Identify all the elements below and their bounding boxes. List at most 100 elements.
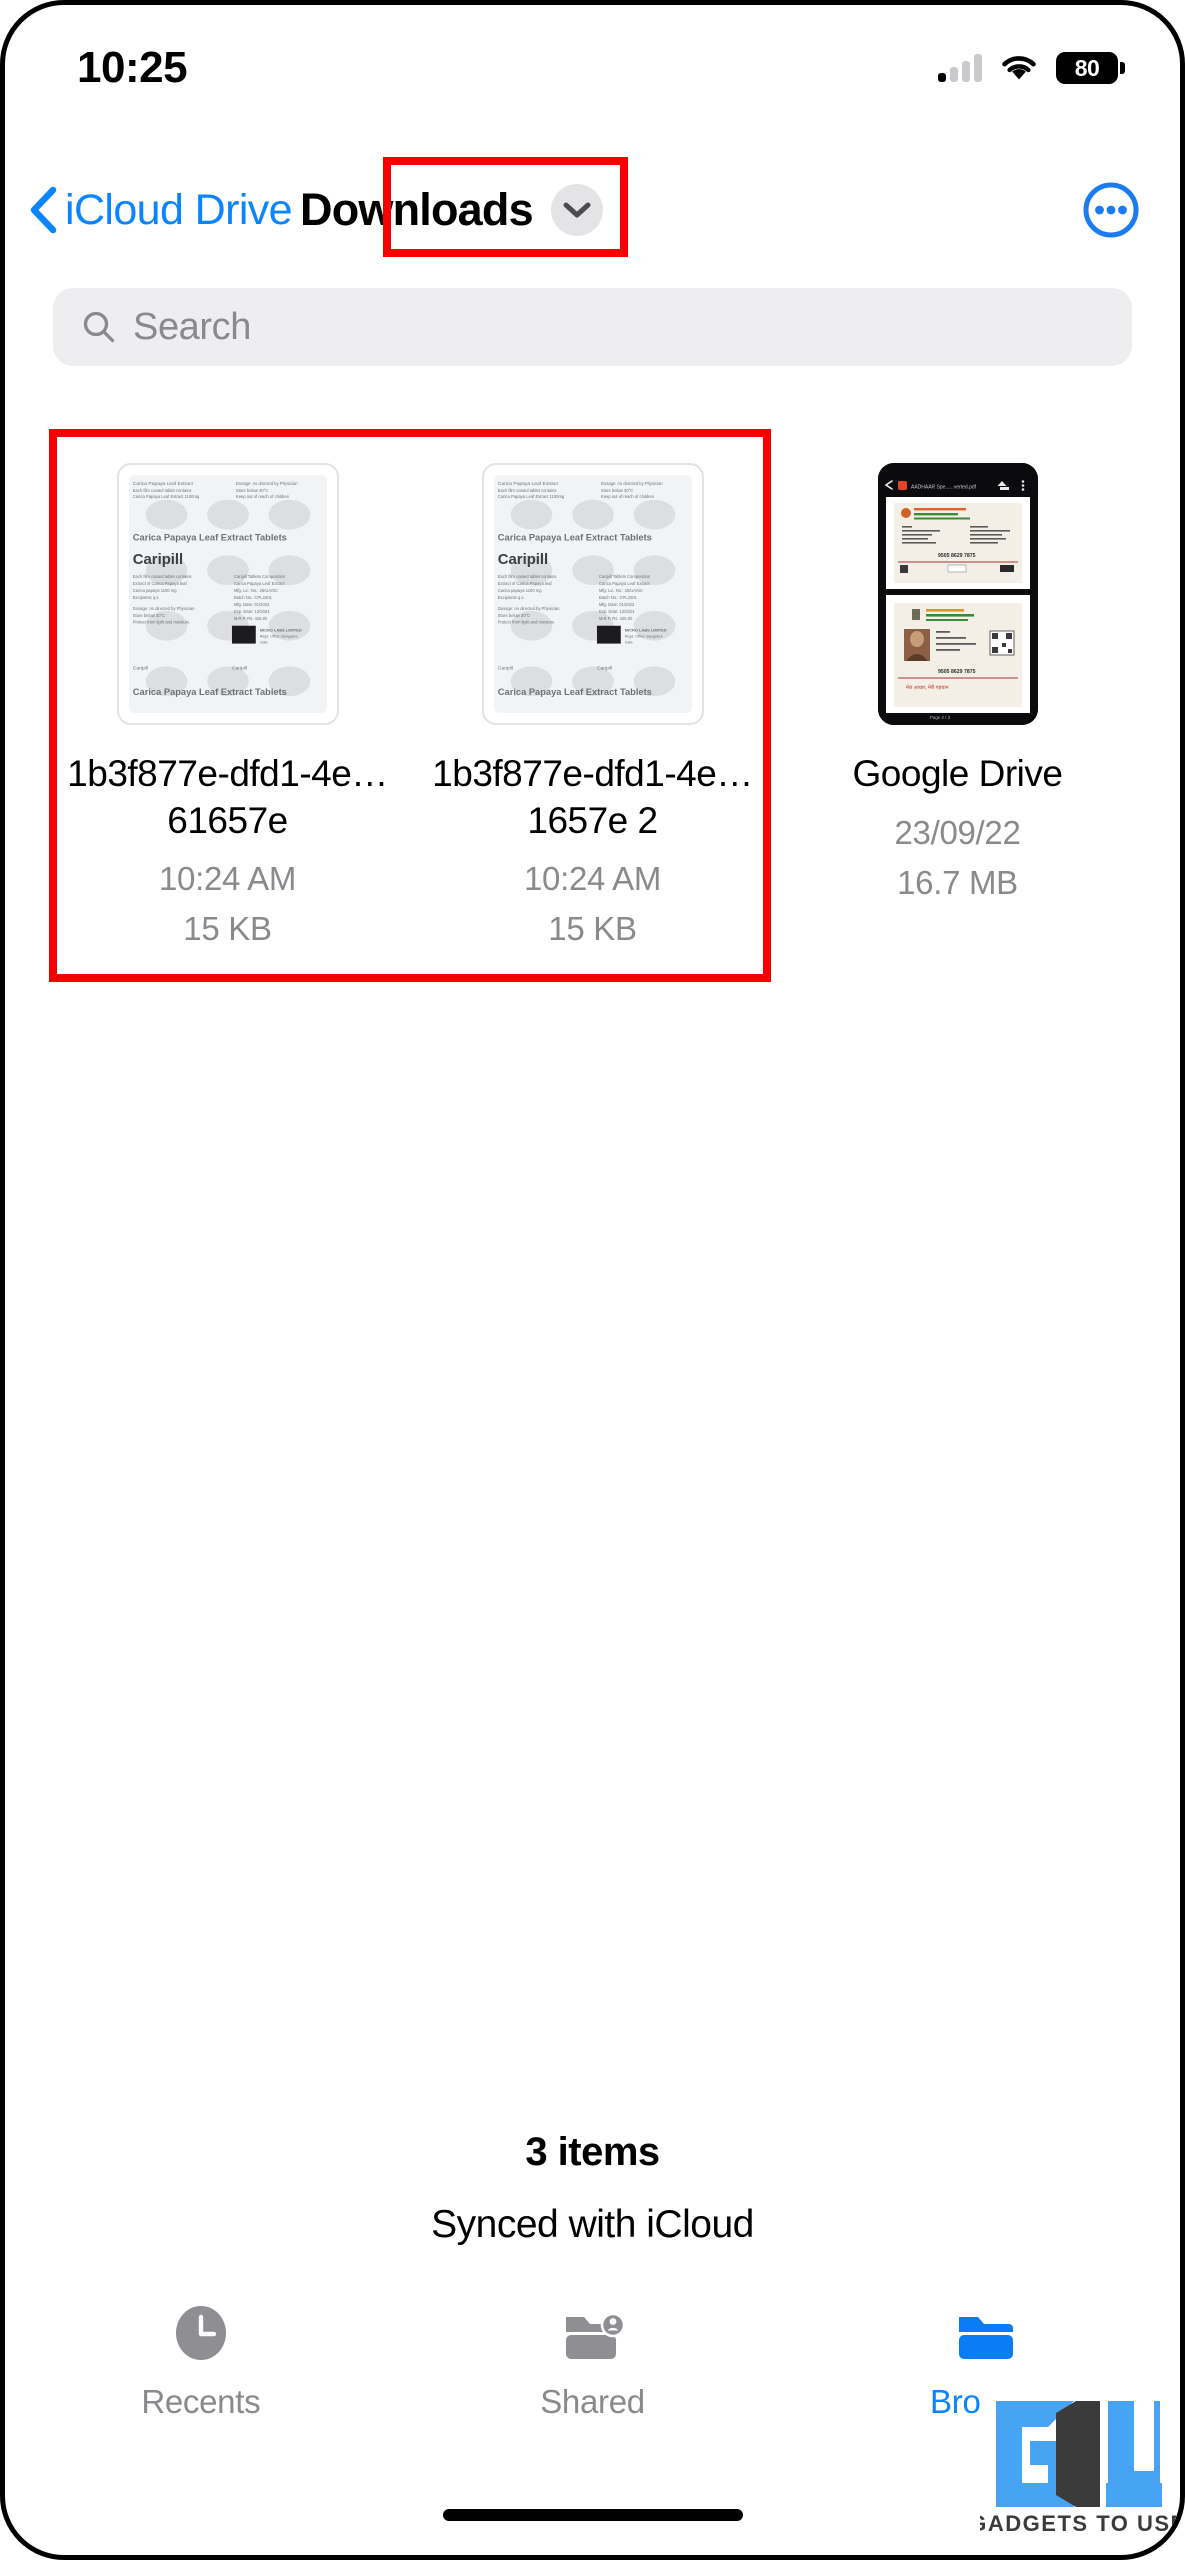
svg-text:Mfg. Date: 01/2022: Mfg. Date: 01/2022 <box>598 602 634 607</box>
svg-text:Each film coated tablet contai: Each film coated tablet contains <box>497 488 556 493</box>
file-thumbnail[interactable]: AADHAAR Spe......verted.pdf 9505 8629 78… <box>877 463 1038 725</box>
svg-text:Caripill: Caripill <box>596 665 611 671</box>
svg-text:Dosage: As directed by Physici: Dosage: As directed by Physician <box>235 481 297 486</box>
file-size: 15 KB <box>183 910 272 948</box>
svg-text:Carica Papaya Leaf Extract: Carica Papaya Leaf Extract <box>132 481 193 487</box>
svg-text:Keep out of reach of children: Keep out of reach of children <box>600 494 654 499</box>
battery-indicator: 80 <box>1056 52 1125 84</box>
back-button[interactable]: iCloud Drive <box>27 185 293 235</box>
svg-text:M.R.P. Rs. 425.00: M.R.P. Rs. 425.00 <box>233 616 267 621</box>
file-size: 16.7 MB <box>897 863 1018 901</box>
svg-text:Carica Papaya Leaf Extract Tab: Carica Papaya Leaf Extract Tablets <box>132 532 286 542</box>
svg-text:M.R.P. Rs. 425.00: M.R.P. Rs. 425.00 <box>598 616 632 621</box>
svg-text:9505 8629 7875: 9505 8629 7875 <box>938 553 976 559</box>
svg-text:9505 8629 7875: 9505 8629 7875 <box>938 669 976 675</box>
svg-text:Protect from light and moistur: Protect from light and moisture <box>132 620 189 625</box>
file-thumbnail[interactable]: Carica Papaya Leaf Extract Each film coa… <box>481 463 704 725</box>
svg-text:Caripill Tablets Composition: Caripill Tablets Composition <box>598 574 650 579</box>
folder-summary: 3 items Synced with iCloud <box>5 2130 1180 2247</box>
search-icon <box>83 311 115 343</box>
svg-text:Each film coated tablet contai: Each film coated tablet contains <box>132 488 191 493</box>
file-item[interactable]: Carica Papaya Leaf Extract Each film coa… <box>45 425 410 948</box>
file-date: 10:24 AM <box>158 860 297 898</box>
file-grid: Carica Papaya Leaf Extract Each film coa… <box>45 425 1140 948</box>
svg-text:AADHAAR Spe......verted.pdf: AADHAAR Spe......verted.pdf <box>911 485 977 491</box>
svg-text:Caripill: Caripill <box>231 665 246 671</box>
search-placeholder: Search <box>133 305 252 348</box>
svg-text:Carica Papaya Leaf Extract: Carica Papaya Leaf Extract <box>598 581 649 586</box>
svg-text:Store below 30°C: Store below 30°C <box>497 613 529 618</box>
chevron-down-icon <box>563 202 591 218</box>
file-size: 15 KB <box>548 910 637 948</box>
status-time: 10:25 <box>77 43 188 92</box>
watermark-text: GADGETS TO USE <box>980 2511 1176 2536</box>
search-input[interactable]: Search <box>53 288 1132 366</box>
svg-text:Dosage: As directed by Physici: Dosage: As directed by Physician <box>132 606 194 611</box>
medicine-blister-pack-image: Carica Papaya Leaf Extract Each film coa… <box>128 475 327 713</box>
file-item[interactable]: Carica Papaya Leaf Extract Each film coa… <box>410 425 775 948</box>
medicine-blister-pack-image: Carica Papaya Leaf Extract Each film coa… <box>493 475 692 713</box>
svg-text:Dosage: As directed by Physici: Dosage: As directed by Physician <box>600 481 662 486</box>
folder-person-icon <box>565 2312 625 2359</box>
svg-text:Protect from light and moistur: Protect from light and moisture <box>497 620 554 625</box>
clock-icon <box>175 2306 226 2360</box>
svg-text:India: India <box>624 641 632 645</box>
svg-text:Carica Papaya Leaf Extract Tab: Carica Papaya Leaf Extract Tablets <box>132 687 286 697</box>
svg-text:Mfg. Lic. No.: 25/UA/SC: Mfg. Lic. No.: 25/UA/SC <box>233 588 277 593</box>
watermark-logo: GADGETS TO USE <box>980 2379 1176 2547</box>
svg-text:Exp. Date: 12/2024: Exp. Date: 12/2024 <box>233 609 269 614</box>
svg-text:Each film coated tablet contai: Each film coated tablet contains <box>132 574 191 579</box>
folder-title-group: Downloads <box>300 184 603 236</box>
svg-text:Carica papaya 1100 mg: Carica papaya 1100 mg <box>132 588 177 593</box>
file-thumbnail[interactable]: Carica Papaya Leaf Extract Each film coa… <box>116 463 339 725</box>
svg-text:Carica Papaya Leaf Extract: Carica Papaya Leaf Extract <box>233 581 284 586</box>
svg-text:MICRO LABS LIMITED: MICRO LABS LIMITED <box>259 628 301 633</box>
svg-text:Carica Papaya Leaf Extract: Carica Papaya Leaf Extract <box>497 481 558 487</box>
svg-text:Caripill: Caripill <box>497 665 512 671</box>
svg-text:Store below 30°C: Store below 30°C <box>600 488 632 493</box>
svg-text:Excipients q.s.: Excipients q.s. <box>132 595 159 600</box>
svg-text:Exp. Date: 12/2024: Exp. Date: 12/2024 <box>598 609 634 614</box>
svg-text:Store below 30°C: Store below 30°C <box>235 488 267 493</box>
svg-text:Caripill: Caripill <box>497 552 547 568</box>
tab-shared[interactable]: Shared <box>397 2303 789 2421</box>
svg-text:Each film coated tablet contai: Each film coated tablet contains <box>497 574 556 579</box>
svg-text:MICRO LABS LIMITED: MICRO LABS LIMITED <box>624 628 666 633</box>
file-date: 23/09/22 <box>894 813 1021 851</box>
svg-text:Carica Papaya Leaf Extract Tab: Carica Papaya Leaf Extract Tablets <box>497 687 651 697</box>
svg-text:Page 2 / 3: Page 2 / 3 <box>930 715 951 720</box>
cellular-signal-icon <box>938 54 982 82</box>
file-date: 10:24 AM <box>523 860 662 898</box>
svg-text:Dosage: As directed by Physici: Dosage: As directed by Physician <box>497 606 559 611</box>
file-name: 1b3f877e-dfd1-4e…61657e <box>67 753 388 841</box>
svg-text:Carica Papaya Leaf Extract 110: Carica Papaya Leaf Extract 1100mg <box>497 494 564 499</box>
page-title: Downloads <box>300 184 534 235</box>
svg-text:Batch No.: CPL2201: Batch No.: CPL2201 <box>598 595 637 600</box>
search-bar[interactable]: Search <box>53 288 1132 366</box>
home-indicator[interactable] <box>442 2509 743 2521</box>
folder-dropdown-button[interactable] <box>550 184 603 236</box>
file-name: Google Drive <box>852 753 1063 794</box>
back-button-label: iCloud Drive <box>65 185 293 234</box>
svg-text:Extract of Carica Papaya leaf: Extract of Carica Papaya leaf <box>497 581 552 586</box>
svg-text:Caripill Tablets Composition: Caripill Tablets Composition <box>233 574 285 579</box>
svg-text:Caripill: Caripill <box>132 552 182 568</box>
svg-text:Batch No.: CPL2201: Batch No.: CPL2201 <box>233 595 272 600</box>
folder-icon <box>959 2317 1014 2359</box>
svg-text:Mfg. Lic. No.: 25/UA/SC: Mfg. Lic. No.: 25/UA/SC <box>598 588 642 593</box>
wifi-icon <box>1002 56 1036 80</box>
tab-recents[interactable]: Recents <box>5 2303 397 2421</box>
svg-text:मेरा आधार, मेरी पहचान: मेरा आधार, मेरी पहचान <box>905 684 948 691</box>
navigation-bar: iCloud Drive Downloads <box>5 160 1180 260</box>
tab-shared-label: Shared <box>540 2383 645 2420</box>
svg-text:Carica papaya 1100 mg: Carica papaya 1100 mg <box>497 588 542 593</box>
svg-text:Caripill: Caripill <box>132 665 147 671</box>
phone-screen: 10:25 80 iCloud Drive Downloads Search C… <box>0 0 1185 2560</box>
more-options-button[interactable] <box>1082 181 1140 239</box>
svg-text:Carica Papaya Leaf Extract Tab: Carica Papaya Leaf Extract Tablets <box>497 532 651 542</box>
svg-text:Mfg. Date: 01/2022: Mfg. Date: 01/2022 <box>233 602 269 607</box>
svg-text:Regd. Office: Bangalore: Regd. Office: Bangalore <box>259 635 297 639</box>
sync-status: Synced with iCloud <box>431 2203 754 2246</box>
file-item[interactable]: AADHAAR Spe......verted.pdf 9505 8629 78… <box>775 425 1140 948</box>
svg-text:Extract of Carica Papaya leaf: Extract of Carica Papaya leaf <box>132 581 187 586</box>
